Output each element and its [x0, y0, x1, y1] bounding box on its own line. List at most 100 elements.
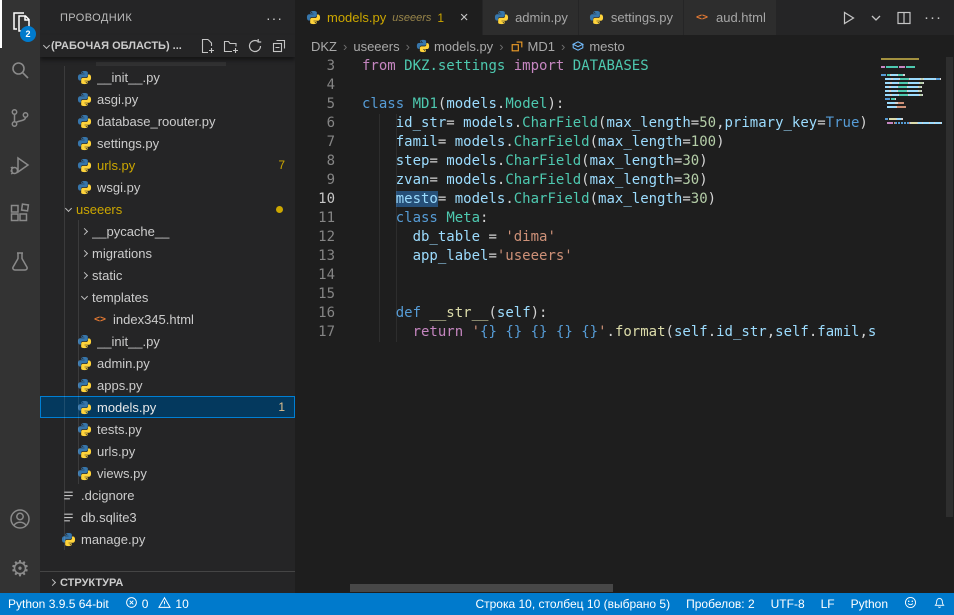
close-icon[interactable]: ×: [456, 9, 472, 26]
line-number[interactable]: 17: [295, 323, 350, 342]
new-folder-icon[interactable]: [223, 38, 239, 54]
activitybar-source-control[interactable]: [0, 96, 40, 144]
tree-file-urls-py[interactable]: urls.py7: [40, 154, 295, 176]
code-line-text: zvan= models.CharField(max_length=30): [350, 171, 878, 190]
minimap-line: [881, 86, 943, 88]
activitybar-extensions[interactable]: [0, 192, 40, 240]
tree-item-label: database_roouter.py: [97, 114, 295, 129]
tree-file-wsgi-py[interactable]: wsgi.py: [40, 176, 295, 198]
status-notifications[interactable]: [925, 593, 954, 615]
breadcrumb-models-py[interactable]: models.py: [416, 39, 493, 54]
vertical-scrollbar[interactable]: [945, 57, 954, 593]
activitybar-explorer[interactable]: 2: [0, 0, 40, 48]
breadcrumb-useeers[interactable]: useeers: [353, 39, 399, 54]
more-actions-button[interactable]: ···: [924, 9, 942, 26]
code-line[interactable]: 6 id_str= models.CharField(max_length=50…: [295, 114, 878, 133]
collapse-all-icon[interactable]: [271, 38, 287, 54]
more-actions-icon[interactable]: ···: [266, 10, 283, 26]
outline-section-header[interactable]: СТРУКТУРА: [40, 571, 295, 593]
activitybar-account[interactable]: [0, 497, 40, 545]
code-line-text: id_str= models.CharField(max_length=50,p…: [350, 114, 878, 133]
line-number[interactable]: 10: [295, 190, 350, 209]
tree-file-manage-py[interactable]: manage.py: [40, 528, 295, 550]
code-line[interactable]: 13 app_label='useeers': [295, 247, 878, 266]
status-language-mode[interactable]: Python: [843, 593, 896, 615]
code-line[interactable]: 14: [295, 266, 878, 285]
line-number[interactable]: 12: [295, 228, 350, 247]
tree-file-database-roouter-py[interactable]: database_roouter.py: [40, 110, 295, 132]
breadcrumb-dkz[interactable]: DKZ: [311, 39, 337, 54]
error-count: 0: [142, 597, 149, 611]
tree-folder-useeers[interactable]: useeers: [40, 198, 295, 220]
status-indentation[interactable]: Пробелов: 2: [678, 593, 763, 615]
breadcrumb-md1[interactable]: MD1: [510, 39, 555, 54]
tab-aud-html[interactable]: <>aud.html: [684, 0, 777, 35]
tab-label: aud.html: [716, 10, 766, 25]
status-problems[interactable]: 010: [117, 593, 197, 615]
status-label: Пробелов: 2: [686, 597, 755, 611]
code-line[interactable]: 4: [295, 76, 878, 95]
line-number[interactable]: 6: [295, 114, 350, 133]
code-line[interactable]: 17 return '{} {} {} {} {}'.format(self.i…: [295, 323, 878, 342]
tree-file-settings-py[interactable]: settings.py: [40, 132, 295, 154]
line-number[interactable]: 8: [295, 152, 350, 171]
refresh-icon[interactable]: [247, 38, 263, 54]
tree-file--init-py[interactable]: __init__.py: [40, 66, 295, 88]
line-number[interactable]: 16: [295, 304, 350, 323]
line-number[interactable]: 11: [295, 209, 350, 228]
tree-item-label: __init__.py: [97, 334, 295, 349]
code-line[interactable]: 7 famil= models.CharField(max_length=100…: [295, 133, 878, 152]
tree-file--dcignore[interactable]: .dcignore: [40, 484, 295, 506]
line-number[interactable]: 7: [295, 133, 350, 152]
breadcrumb-mesto[interactable]: mesto: [571, 39, 624, 54]
code-line[interactable]: 12 db_table = 'dima': [295, 228, 878, 247]
code-line[interactable]: 15: [295, 285, 878, 304]
line-number[interactable]: 5: [295, 95, 350, 114]
code-line[interactable]: 8 step= models.CharField(max_length=30): [295, 152, 878, 171]
status-python-version[interactable]: Python 3.9.5 64-bit: [0, 593, 117, 615]
breadcrumb-label: mesto: [589, 39, 624, 54]
code-line[interactable]: 9 zvan= models.CharField(max_length=30): [295, 171, 878, 190]
activitybar-settings[interactable]: ⚙: [0, 545, 40, 593]
workspace-section-header[interactable]: (РАБОЧАЯ ОБЛАСТЬ) ...: [40, 35, 295, 57]
line-number[interactable]: 9: [295, 171, 350, 190]
run-icon[interactable]: [840, 10, 856, 26]
code-line[interactable]: 10 mesto= models.CharField(max_length=30…: [295, 190, 878, 209]
run-dropdown-icon[interactable]: [868, 10, 884, 26]
tree-item-label: __init__.py: [97, 70, 295, 85]
tree-file-asgi-py[interactable]: asgi.py: [40, 88, 295, 110]
python-file-icon: [76, 157, 92, 173]
tab-bar: models.pyuseeers1×admin.pysettings.py<>a…: [295, 0, 954, 35]
status-cursor-position[interactable]: Строка 10, столбец 10 (выбрано 5): [467, 593, 678, 615]
code-line[interactable]: 11 class Meta:: [295, 209, 878, 228]
status-encoding[interactable]: UTF-8: [763, 593, 813, 615]
line-number[interactable]: 14: [295, 266, 350, 285]
code-editor[interactable]: 3from DKZ.settings import DATABASES45cla…: [295, 57, 878, 593]
python-symbol-icon: [416, 39, 430, 53]
line-number[interactable]: 13: [295, 247, 350, 266]
minimap-line: [881, 70, 943, 72]
tree-file-db-sqlite3[interactable]: db.sqlite3: [40, 506, 295, 528]
indent-guide: [396, 171, 397, 190]
chevron-down-icon: [60, 208, 76, 211]
status-eol[interactable]: LF: [813, 593, 843, 615]
python-file-icon: [493, 10, 509, 26]
minimap[interactable]: [878, 57, 945, 593]
tab-models-py[interactable]: models.pyuseeers1×: [295, 0, 483, 35]
activitybar-search[interactable]: [0, 48, 40, 96]
code-line-text: mesto= models.CharField(max_length=30): [350, 190, 878, 209]
horizontal-scrollbar[interactable]: [350, 584, 613, 592]
activitybar-run-debug[interactable]: [0, 144, 40, 192]
status-feedback[interactable]: [896, 593, 925, 615]
tab-admin-py[interactable]: admin.py: [483, 0, 579, 35]
code-line[interactable]: 3from DKZ.settings import DATABASES: [295, 57, 878, 76]
line-number[interactable]: 3: [295, 57, 350, 76]
activitybar-testing[interactable]: [0, 240, 40, 288]
split-editor-icon[interactable]: [896, 10, 912, 26]
code-line[interactable]: 5class MD1(models.Model):: [295, 95, 878, 114]
tab-settings-py[interactable]: settings.py: [579, 0, 684, 35]
new-file-icon[interactable]: [199, 38, 215, 54]
code-line[interactable]: 16 def __str__(self):: [295, 304, 878, 323]
line-number[interactable]: 4: [295, 76, 350, 95]
line-number[interactable]: 15: [295, 285, 350, 304]
